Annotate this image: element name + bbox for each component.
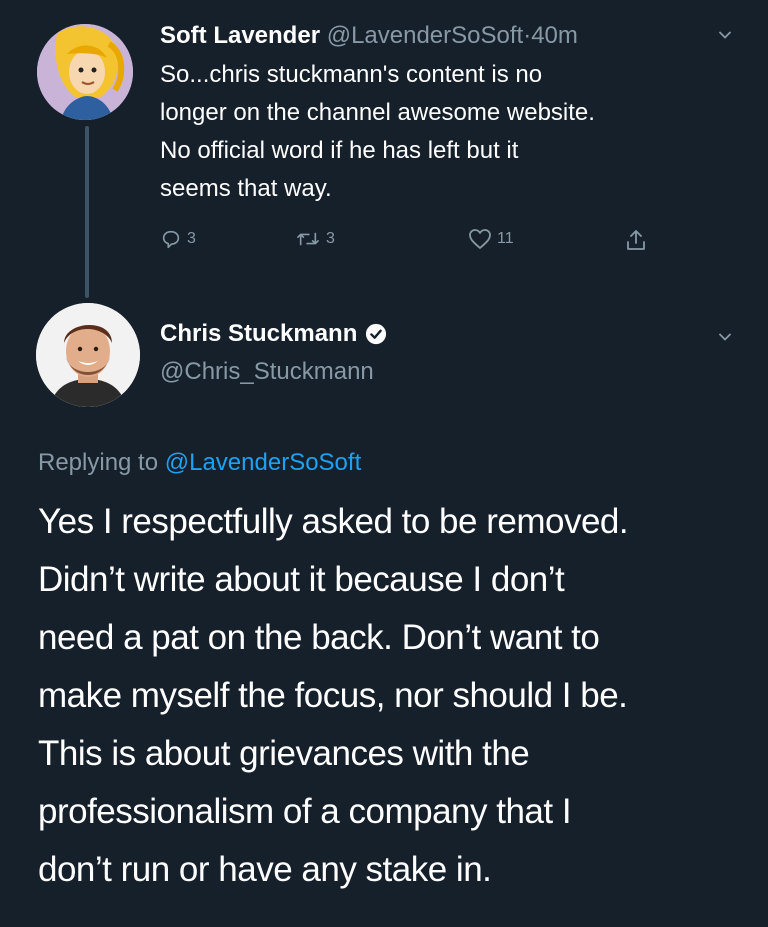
verified-badge-icon (366, 323, 387, 345)
chevron-down-icon (719, 31, 731, 39)
tweet2-text-line: need a pat on the back. Don’t want to (38, 618, 600, 657)
tweet1-text-line: No official word if he has left but it (160, 137, 519, 164)
thread-connector-line (85, 126, 89, 298)
tweet1-separator: · (523, 22, 532, 49)
tweet1-text: So...chris stuckmann's content is no lon… (160, 56, 750, 208)
tweet2-text: Yes I respectfully asked to be removed. … (38, 493, 758, 899)
tweet2-text-line: make myself the focus, nor should I be. (38, 676, 628, 715)
tweet2-text-line: don’t run or have any stake in. (38, 850, 492, 889)
like-button[interactable]: 11 (468, 228, 514, 250)
soft-lavender-avatar[interactable] (37, 24, 133, 120)
tweet2-header: Chris Stuckmann (160, 318, 387, 350)
tweet2-more-button[interactable] (718, 330, 732, 349)
replying-to-line: Replying to @LavenderSoSoft (38, 447, 361, 479)
share-icon (627, 230, 645, 250)
tweet1-text-line: seems that way. (160, 175, 332, 202)
tweet1-text-line: So...chris stuckmann's content is no (160, 61, 543, 88)
tweet2-display-name[interactable]: Chris Stuckmann (160, 318, 357, 350)
profile-photo-image (36, 303, 140, 407)
heart-icon (469, 229, 491, 249)
chevron-down-icon (719, 333, 731, 341)
reply-button[interactable]: 3 (160, 228, 196, 250)
tweet2-text-line: Yes I respectfully asked to be removed. (38, 502, 629, 541)
like-count: 11 (497, 230, 514, 247)
tweet2-handle[interactable]: @Chris_Stuckmann (160, 356, 374, 388)
cartoon-avatar-image (37, 24, 133, 120)
replying-to-label: Replying to (38, 449, 159, 476)
tweet1-text-line: longer on the channel awesome website. (160, 99, 595, 126)
share-button[interactable] (625, 228, 647, 252)
tweet1-display-name[interactable]: Soft Lavender (160, 22, 320, 49)
tweet1-handle[interactable]: @LavenderSoSoft (327, 22, 524, 49)
retweet-icon (297, 232, 319, 246)
reply-count: 3 (187, 230, 196, 247)
reply-icon (162, 230, 180, 249)
tweet2-text-line: This is about grievances with the (38, 734, 530, 773)
tweet1-action-bar: 3 3 11 (160, 228, 680, 258)
tweet1-header: Soft Lavender @LavenderSoSoft·40m (160, 20, 578, 52)
tweet2-text-line: Didn’t write about it because I don’t (38, 560, 565, 599)
retweet-count: 3 (326, 230, 335, 247)
retweet-button[interactable]: 3 (295, 228, 335, 250)
tweet2-text-line: professionalism of a company that I (38, 792, 572, 831)
chris-stuckmann-avatar[interactable] (36, 303, 140, 407)
tweet1-timestamp[interactable]: 40m (531, 22, 578, 49)
tweet1-more-button[interactable] (718, 28, 732, 47)
replying-to-handle-link[interactable]: @LavenderSoSoft (165, 449, 362, 476)
